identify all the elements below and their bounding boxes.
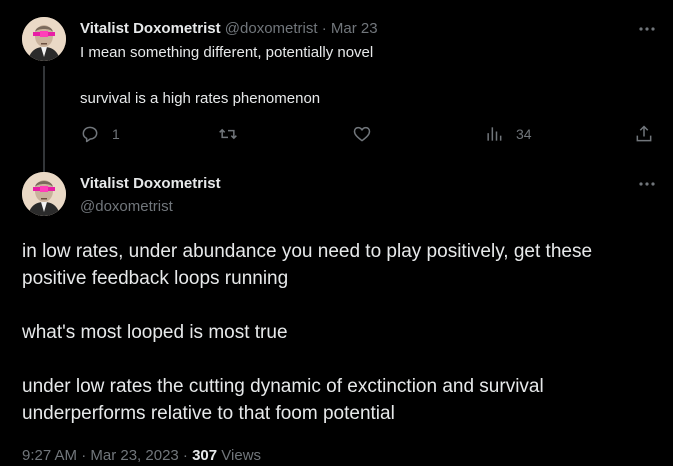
tweet-paragraph: what's most looped is most true	[22, 322, 288, 343]
share-icon	[636, 125, 652, 142]
reply-icon	[82, 126, 98, 143]
tweet-paragraph: survival is a high rates phenomenon	[80, 90, 321, 107]
display-name[interactable]: Vitalist Doxometrist	[80, 20, 221, 37]
separator-dot: ·	[317, 20, 331, 37]
tweet-paragraph: I mean something different, potentially …	[80, 44, 374, 61]
views-count: 34	[516, 126, 532, 142]
like-button[interactable]	[352, 124, 384, 144]
heart-icon	[353, 126, 371, 142]
avatar-image	[22, 17, 66, 61]
more-options-icon[interactable]	[637, 19, 657, 39]
more-options-icon[interactable]	[637, 174, 657, 194]
repost-icon	[219, 128, 237, 140]
tweet-paragraph: in low rates, under abundance you need t…	[22, 241, 593, 289]
handle[interactable]: @doxometrist	[80, 197, 173, 217]
reply-button[interactable]: 1	[80, 124, 120, 144]
avatar[interactable]	[22, 172, 66, 216]
tweet-text: in low rates, under abundance you need t…	[22, 238, 652, 454]
tweet-paragraph: under low rates the cutting dynamic of e…	[22, 376, 544, 424]
handle[interactable]: @doxometrist	[225, 20, 318, 37]
avatar-image	[22, 172, 66, 216]
tweet-header: Vitalist Doxometrist	[80, 174, 221, 194]
tweet-header: Vitalist Doxometrist @doxometrist · Mar …	[80, 19, 378, 39]
views-button[interactable]: 34	[484, 124, 532, 144]
tweet-meta: 9:27 AM · Mar 23, 2023 · 307 Views	[22, 445, 261, 466]
tweet-date[interactable]: Mar 23	[331, 20, 378, 37]
analytics-icon	[487, 127, 502, 141]
views-count: 307	[192, 447, 218, 464]
tweet-timestamp[interactable]: 9:27 AM · Mar 23, 2023 ·	[22, 447, 192, 464]
display-name[interactable]: Vitalist Doxometrist	[80, 175, 221, 192]
views-label: Views	[217, 447, 262, 464]
tweet-actions: 1 34	[80, 124, 660, 146]
thread-connector-line	[43, 66, 45, 172]
conversation-thread: Vitalist Doxometrist @doxometrist · Mar …	[0, 0, 673, 466]
repost-button[interactable]	[218, 124, 250, 144]
tweet-text: I mean something different, potentially …	[80, 43, 640, 135]
avatar[interactable]	[22, 17, 66, 61]
reply-count: 1	[112, 126, 120, 142]
share-button[interactable]	[634, 124, 654, 144]
